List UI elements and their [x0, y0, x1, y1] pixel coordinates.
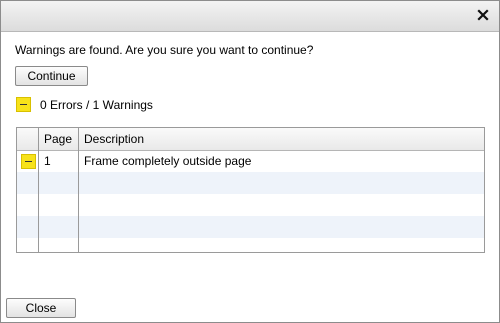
column-divider	[78, 128, 79, 252]
warning-icon	[21, 154, 36, 169]
row-page: 1	[44, 154, 51, 168]
issue-summary: 0 Errors / 1 Warnings	[40, 98, 153, 112]
warnings-dialog: Warnings are found. Are you sure you wan…	[0, 0, 500, 323]
table-header: Page Description	[17, 128, 484, 151]
column-divider	[38, 128, 39, 252]
table-row-empty	[17, 238, 484, 252]
column-header-description[interactable]: Description	[84, 132, 144, 146]
column-header-page[interactable]: Page	[44, 132, 72, 146]
dialog-titlebar	[1, 1, 499, 32]
warning-icon	[16, 97, 31, 112]
table-row[interactable]: 1 Frame completely outside page	[17, 150, 484, 172]
close-icon[interactable]	[475, 7, 491, 23]
table-row-empty	[17, 172, 484, 194]
table-row-empty	[17, 216, 484, 238]
warning-message: Warnings are found. Are you sure you wan…	[15, 43, 314, 57]
row-description: Frame completely outside page	[84, 154, 252, 168]
close-button[interactable]: Close	[6, 298, 76, 318]
continue-button[interactable]: Continue	[15, 66, 88, 86]
table-row-empty	[17, 194, 484, 216]
issues-table: Page Description 1 Frame completely outs…	[16, 127, 485, 253]
